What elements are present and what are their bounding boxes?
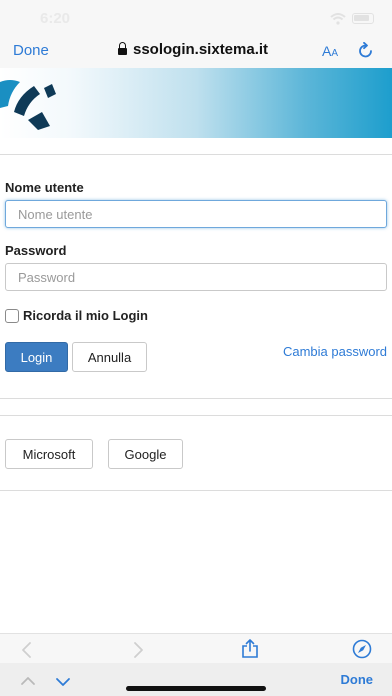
reload-icon[interactable] [358, 41, 374, 65]
keyboard-accessory-bar: Done [0, 663, 392, 696]
company-logo [0, 80, 56, 130]
username-input[interactable] [5, 200, 387, 228]
remember-checkbox[interactable] [5, 308, 19, 323]
google-login-button[interactable]: Google [108, 439, 183, 469]
divider [0, 490, 392, 491]
password-label: Password [5, 243, 67, 258]
cancel-button[interactable]: Annulla [72, 342, 147, 372]
status-time: 6:20 [40, 10, 71, 27]
forward-icon[interactable] [133, 641, 145, 664]
compass-icon[interactable] [352, 639, 372, 664]
divider [0, 154, 392, 155]
battery-icon [352, 13, 374, 24]
browser-toolbar [0, 633, 392, 663]
share-icon[interactable] [241, 639, 259, 664]
divider [0, 398, 392, 399]
password-input[interactable] [5, 263, 387, 291]
next-field-icon[interactable] [55, 674, 71, 692]
change-password-link[interactable]: Cambia password [283, 344, 387, 359]
username-label: Nome utente [5, 180, 84, 195]
home-indicator [126, 686, 266, 691]
text-size-button[interactable]: AA [322, 43, 338, 59]
previous-field-icon[interactable] [20, 673, 36, 691]
remember-label: Ricorda il mio Login [23, 308, 148, 323]
lock-icon [118, 42, 127, 56]
done-button[interactable]: Done [13, 42, 49, 59]
microsoft-login-button[interactable]: Microsoft [5, 439, 93, 469]
wifi-icon [330, 12, 346, 30]
remember-login[interactable]: Ricorda il mio Login [5, 308, 148, 323]
login-button[interactable]: Login [5, 342, 68, 372]
address-bar[interactable]: ssologin.sixtema.it [118, 41, 268, 58]
url-text: ssologin.sixtema.it [133, 41, 269, 58]
keyboard-done-button[interactable]: Done [341, 672, 374, 687]
status-bar: 6:20 [0, 0, 392, 36]
divider [0, 415, 392, 416]
browser-nav-bar: Done ssologin.sixtema.it AA [0, 36, 392, 68]
header-banner [0, 68, 392, 138]
back-icon[interactable] [20, 641, 32, 664]
